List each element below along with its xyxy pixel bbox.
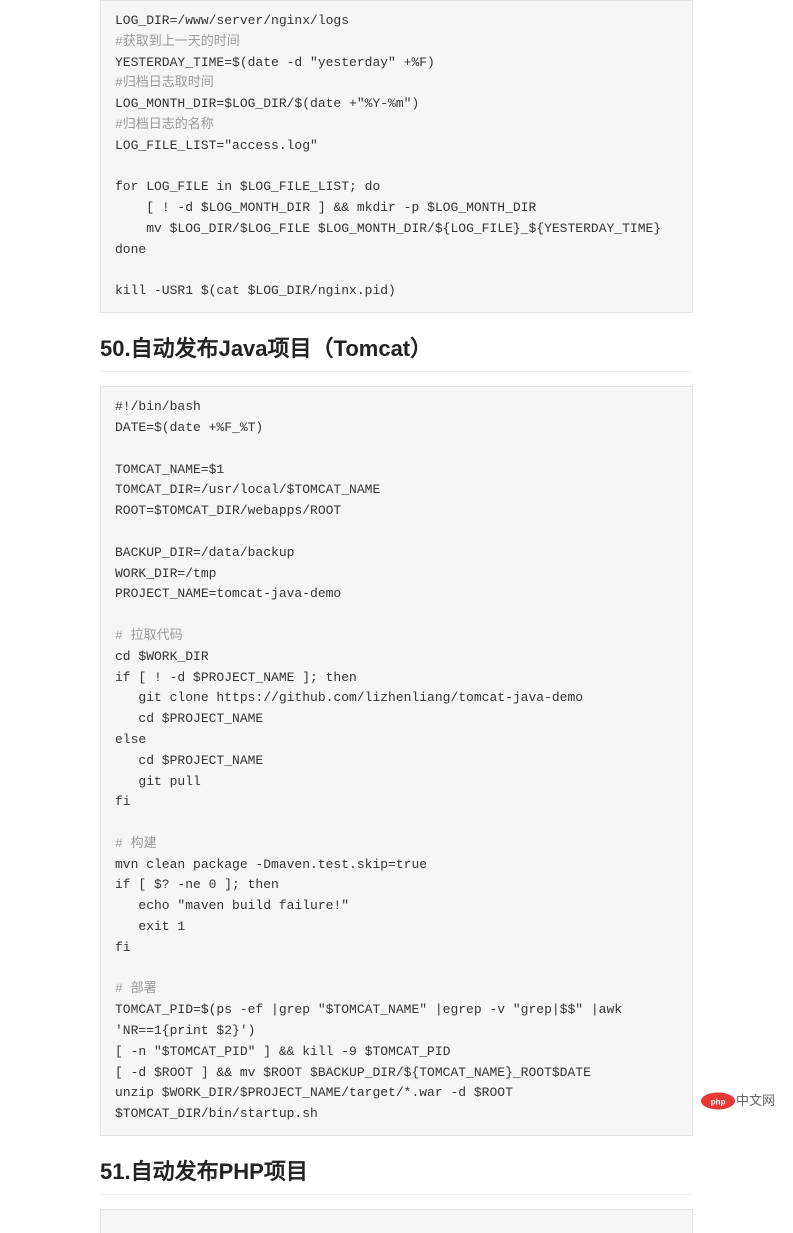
code-comment: # 部署 bbox=[115, 981, 157, 996]
code-line: DATE=$(date +%F_%T) bbox=[115, 420, 263, 435]
code-line: else bbox=[115, 732, 146, 747]
code-line: cd $WORK_DIR bbox=[115, 649, 209, 664]
code-line: [ ! -d $LOG_MONTH_DIR ] && mkdir -p $LOG… bbox=[115, 200, 536, 215]
code-line: unzip $WORK_DIR/$PROJECT_NAME/target/*.w… bbox=[115, 1085, 513, 1100]
code-block-tomcat: #!/bin/bash DATE=$(date +%F_%T) TOMCAT_N… bbox=[100, 386, 693, 1136]
section-heading-50: 50.自动发布Java项目（Tomcat） bbox=[100, 331, 693, 372]
code-line: fi bbox=[115, 940, 131, 955]
code-comment: # 构建 bbox=[115, 836, 157, 851]
code-line: TOMCAT_DIR=/usr/local/$TOMCAT_NAME bbox=[115, 482, 380, 497]
brand-text: 中文网 bbox=[736, 1090, 775, 1109]
code-line: done bbox=[115, 242, 146, 257]
section-heading-51: 51.自动发布PHP项目 bbox=[100, 1154, 693, 1195]
code-line: [ -d $ROOT ] && mv $ROOT $BACKUP_DIR/${T… bbox=[115, 1065, 591, 1080]
code-line: ROOT=$TOMCAT_DIR/webapps/ROOT bbox=[115, 503, 341, 518]
code-line: LOG_DIR=/www/server/nginx/logs bbox=[115, 13, 349, 28]
code-line: echo "maven build failure!" bbox=[115, 898, 349, 913]
code-line: git clone https://github.com/lizhenliang… bbox=[115, 690, 583, 705]
code-comment: #获取到上一天的时间 bbox=[115, 34, 240, 49]
code-line: kill -USR1 $(cat $LOG_DIR/nginx.pid) bbox=[115, 283, 396, 298]
code-line: fi bbox=[115, 794, 131, 809]
code-line: git pull bbox=[115, 774, 201, 789]
code-line: BACKUP_DIR=/data/backup bbox=[115, 545, 294, 560]
code-block-nginx: LOG_DIR=/www/server/nginx/logs #获取到上一天的时… bbox=[100, 0, 693, 313]
code-line: cd $PROJECT_NAME bbox=[115, 753, 263, 768]
code-line: exit 1 bbox=[115, 919, 185, 934]
code-line: TOMCAT_NAME=$1 bbox=[115, 462, 224, 477]
php-logo-icon: php bbox=[700, 1092, 730, 1108]
code-line: mv $LOG_DIR/$LOG_FILE $LOG_MONTH_DIR/${L… bbox=[115, 221, 661, 236]
code-line: if [ $? -ne 0 ]; then bbox=[115, 877, 279, 892]
brand-footer: php 中文网 bbox=[700, 1090, 775, 1109]
code-comment: # 拉取代码 bbox=[115, 628, 183, 643]
code-line: for LOG_FILE in $LOG_FILE_LIST; do bbox=[115, 179, 380, 194]
code-block-php bbox=[100, 1209, 693, 1233]
code-comment: #归档日志的名称 bbox=[115, 117, 214, 132]
code-line: $TOMCAT_DIR/bin/startup.sh bbox=[115, 1106, 318, 1121]
code-line: [ -n "$TOMCAT_PID" ] && kill -9 $TOMCAT_… bbox=[115, 1044, 450, 1059]
code-line: YESTERDAY_TIME=$(date -d "yesterday" +%F… bbox=[115, 55, 435, 70]
code-line: LOG_FILE_LIST="access.log" bbox=[115, 138, 318, 153]
code-line: LOG_MONTH_DIR=$LOG_DIR/$(date +"%Y-%m") bbox=[115, 96, 419, 111]
svg-text:php: php bbox=[711, 1097, 726, 1106]
code-line: if [ ! -d $PROJECT_NAME ]; then bbox=[115, 670, 357, 685]
code-line: cd $PROJECT_NAME bbox=[115, 711, 263, 726]
code-line: #!/bin/bash bbox=[115, 399, 201, 414]
code-line: TOMCAT_PID=$(ps -ef |grep "$TOMCAT_NAME"… bbox=[115, 1002, 630, 1038]
code-line: WORK_DIR=/tmp bbox=[115, 566, 216, 581]
code-line: PROJECT_NAME=tomcat-java-demo bbox=[115, 586, 341, 601]
code-comment: #归档日志取时间 bbox=[115, 75, 214, 90]
code-line: mvn clean package -Dmaven.test.skip=true bbox=[115, 857, 427, 872]
